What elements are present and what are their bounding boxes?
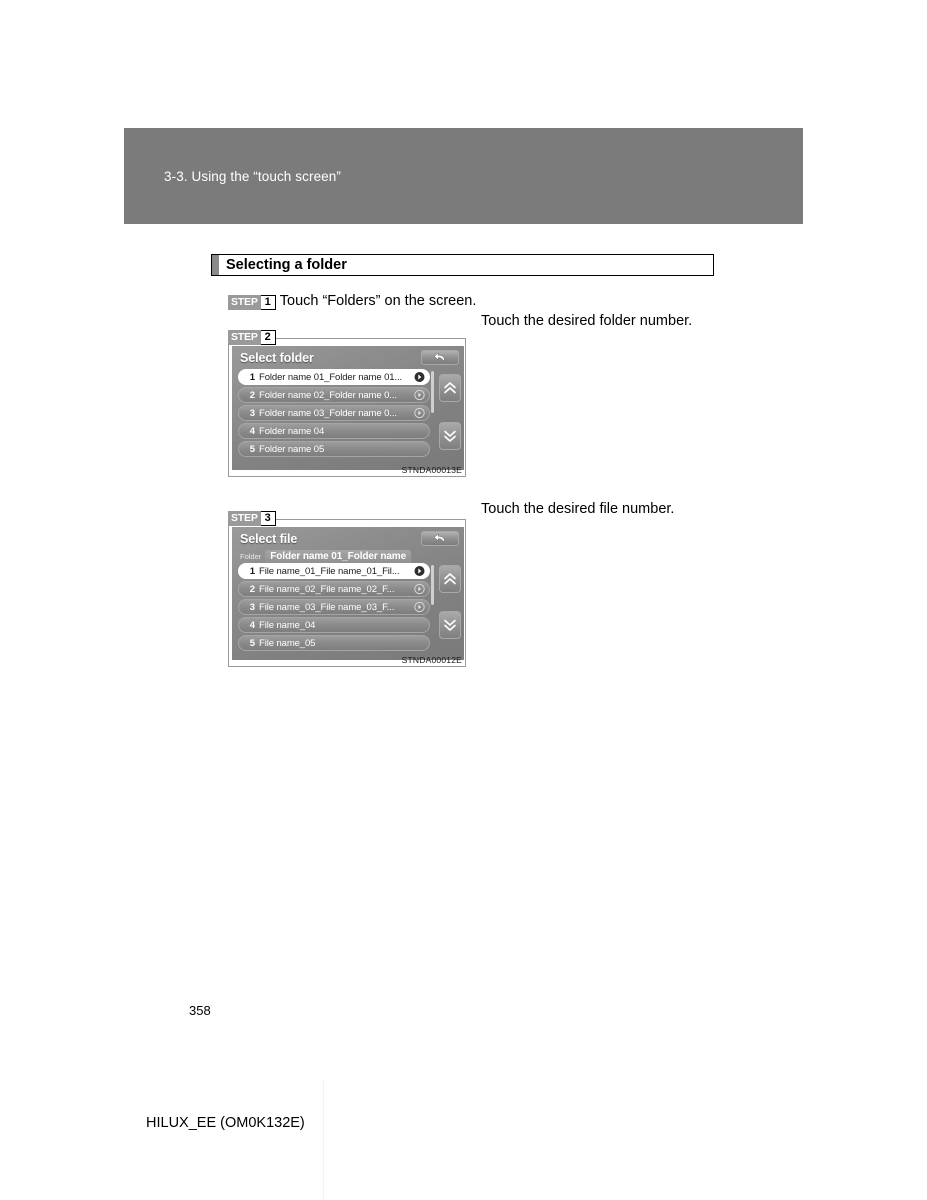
folder-list-item-2[interactable]: 2 Folder name 02_Folder name 0... (238, 387, 430, 403)
file-item-4-number: 4 (249, 619, 255, 631)
folder-list: 1 Folder name 01_Folder name 01... 2 Fol… (238, 369, 430, 457)
callout-step-3: Touch the desired file number. (481, 501, 675, 517)
scroll-down-button-folder[interactable] (439, 422, 461, 450)
folder-item-4-number: 4 (249, 425, 255, 437)
step-3-word: STEP (228, 511, 261, 526)
file-list-item-3[interactable]: 3 File name_03_File name_03_F... (238, 599, 430, 615)
file-list-item-2[interactable]: 2 File name_02_File name_02_F... (238, 581, 430, 597)
scroll-up-button-folder[interactable] (439, 374, 461, 402)
chevron-double-down-icon (443, 617, 457, 633)
illustration-select-file: STEP 3 Select file Folder Folder name 01… (228, 511, 466, 667)
back-button[interactable] (421, 350, 459, 365)
folder-item-2-label: Folder name 02_Folder name 0... (259, 389, 397, 401)
back-arrow-icon (433, 533, 448, 544)
scroll-up-button-file[interactable] (439, 565, 461, 593)
folder-item-3-number: 3 (249, 407, 255, 419)
scroll-down-button-file[interactable] (439, 611, 461, 639)
list-scrollbar-folder[interactable] (431, 371, 434, 413)
folder-item-2-arrow-icon (414, 389, 425, 401)
folder-item-5-label: Folder name 05 (259, 443, 325, 455)
illustration-code-file: STNDA00012E (401, 655, 462, 665)
page-number: 358 (189, 1003, 211, 1018)
illustration-select-folder: STEP 2 Select folder 1 Folder name 01_Fo… (228, 330, 466, 477)
file-item-5-label: File name_05 (259, 637, 316, 649)
file-item-3-number: 3 (249, 601, 255, 613)
file-item-3-arrow-icon (414, 601, 425, 613)
folder-item-1-label: Folder name 01_Folder name 01... (259, 371, 403, 383)
folder-item-3-arrow-icon (414, 407, 425, 419)
step-1-number: 1 (260, 294, 276, 310)
chevron-double-up-icon (443, 571, 457, 587)
back-button-file[interactable] (421, 531, 459, 546)
step-1-word: STEP (228, 294, 261, 310)
back-arrow-icon (433, 352, 448, 363)
step-3-number: 3 (260, 511, 276, 526)
folder-item-1-number: 1 (249, 371, 255, 383)
chevron-double-up-icon (443, 380, 457, 396)
head-unit-screen-file: Select file Folder Folder name 01_Folder… (232, 527, 464, 660)
step-1-badge: STEP 1 (228, 294, 276, 310)
file-item-1-label: File name_01_File name_01_Fil... (259, 565, 400, 577)
folder-list-item-1[interactable]: 1 Folder name 01_Folder name 01... (238, 369, 430, 385)
file-item-4-label: File name_04 (259, 619, 316, 631)
folder-breadcrumb-tab[interactable]: Folder Folder name 01_Folder name (238, 550, 412, 563)
folder-breadcrumb-kind: Folder (240, 552, 262, 561)
step-1-text: Touch “Folders” on the screen. (279, 293, 477, 309)
section-tab-marker (212, 255, 219, 275)
chapter-header-band: 3-3. Using the “touch screen” (124, 128, 803, 224)
folder-list-item-3[interactable]: 3 Folder name 03_Folder name 0... (238, 405, 430, 421)
file-item-2-arrow-icon (414, 583, 425, 595)
file-list: 1 File name_01_File name_01_Fil... 2 Fil… (238, 563, 430, 651)
step-1-line: STEP 1 Touch “Folders” on the screen. (228, 293, 477, 310)
folder-item-1-arrow-icon (414, 372, 425, 383)
file-item-5-number: 5 (249, 637, 255, 649)
file-item-3-label: File name_03_File name_03_F... (259, 601, 395, 613)
step-2-word: STEP (228, 330, 261, 345)
folder-item-3-label: Folder name 03_Folder name 0... (259, 407, 397, 419)
chevron-double-down-icon (443, 428, 457, 444)
step-2-number: 2 (260, 330, 276, 345)
chapter-title: 3-3. Using the “touch screen” (164, 169, 341, 184)
page-fold-line (323, 1080, 324, 1200)
step-3-badge: STEP 3 (228, 511, 276, 526)
illustration-code-folder: STNDA00013E (401, 465, 462, 475)
section-title: Selecting a folder (226, 257, 347, 273)
file-item-1-number: 1 (249, 565, 255, 577)
folder-list-item-5[interactable]: 5 Folder name 05 (238, 441, 430, 457)
section-heading-bar: Selecting a folder (211, 254, 714, 276)
folder-item-5-number: 5 (249, 443, 255, 455)
screen-title-select-file: Select file (240, 532, 298, 546)
file-item-2-number: 2 (249, 583, 255, 595)
document-id-footer: HILUX_EE (OM0K132E) (146, 1115, 305, 1131)
file-list-item-5[interactable]: 5 File name_05 (238, 635, 430, 651)
callout-step-2: Touch the desired folder number. (481, 313, 693, 329)
step-2-badge: STEP 2 (228, 330, 276, 345)
file-item-1-arrow-icon (414, 566, 425, 577)
screen-title-select-folder: Select folder (240, 351, 314, 365)
head-unit-screen-folder: Select folder 1 Folder name 01_Folder na… (232, 346, 464, 470)
folder-breadcrumb-name: Folder name 01_Folder name (265, 550, 412, 563)
folder-item-4-label: Folder name 04 (259, 425, 325, 437)
file-item-2-label: File name_02_File name_02_F... (259, 583, 395, 595)
folder-list-item-4[interactable]: 4 Folder name 04 (238, 423, 430, 439)
file-list-item-1[interactable]: 1 File name_01_File name_01_Fil... (238, 563, 430, 579)
list-scrollbar-file[interactable] (431, 565, 434, 605)
file-list-item-4[interactable]: 4 File name_04 (238, 617, 430, 633)
folder-item-2-number: 2 (249, 389, 255, 401)
